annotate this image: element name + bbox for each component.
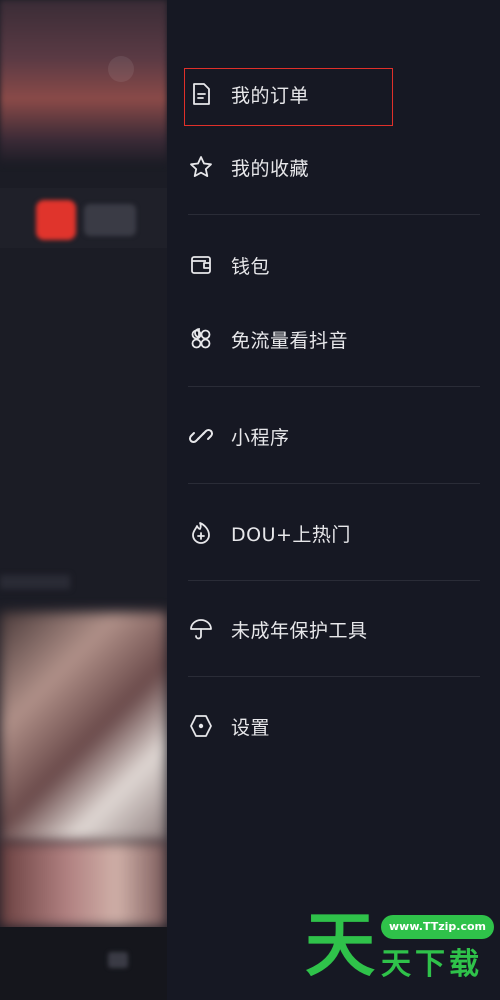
blurred-nav-icon	[108, 952, 128, 968]
divider	[188, 386, 480, 387]
divider	[188, 580, 480, 581]
blurred-video-cover	[0, 0, 167, 165]
highlight-box	[184, 68, 393, 126]
menu-item-label: 钱包	[231, 255, 271, 278]
hexagon-settings-icon	[187, 712, 215, 740]
menu-item-label: 小程序	[231, 426, 290, 449]
blurred-button	[84, 204, 136, 236]
menu-item-dou-plus[interactable]: DOU+上热门	[187, 509, 487, 557]
clover-icon	[187, 325, 215, 353]
link-icon	[187, 422, 215, 450]
menu-item-settings[interactable]: 设置	[187, 702, 487, 750]
blurred-text	[0, 575, 70, 589]
menu-item-label: 未成年保护工具	[231, 619, 368, 642]
star-icon	[187, 153, 215, 181]
menu-item-mini-programs[interactable]: 小程序	[187, 412, 487, 460]
divider	[188, 483, 480, 484]
flame-plus-icon	[187, 519, 215, 547]
blurred-photo	[0, 612, 167, 842]
watermark-big-char: 天	[305, 904, 375, 986]
menu-item-label: 免流量看抖音	[231, 329, 349, 352]
menu-item-wallet[interactable]: 钱包	[187, 241, 487, 289]
menu-item-label: DOU+上热门	[231, 523, 351, 546]
menu-item-label: 我的收藏	[231, 157, 310, 180]
blurred-bottom-bar	[0, 927, 167, 1000]
watermark-subtitle: 天下载	[381, 947, 483, 982]
watermark-url: www.TTzip.com	[381, 915, 494, 939]
background-feed	[0, 0, 167, 1000]
umbrella-icon	[187, 615, 215, 643]
blurred-photo-2	[0, 842, 167, 927]
wallet-icon	[187, 251, 215, 279]
menu-item-minor-protection[interactable]: 未成年保护工具	[187, 605, 487, 653]
blurred-close-icon	[108, 56, 134, 82]
side-drawer-menu: 我的订单 我的收藏 钱包 免流量看抖音 小程序 DOU+上热门 未成年保护工具 …	[167, 0, 500, 1000]
menu-item-label: 设置	[231, 716, 271, 739]
menu-item-free-data[interactable]: 免流量看抖音	[187, 315, 487, 363]
divider	[188, 214, 480, 215]
divider	[188, 676, 480, 677]
svg-text:天: 天	[305, 905, 375, 980]
watermark-logo: 天 www.TTzip.com 天下载	[305, 904, 495, 986]
menu-item-favorites[interactable]: 我的收藏	[187, 143, 487, 191]
blurred-app-icon	[36, 200, 76, 240]
